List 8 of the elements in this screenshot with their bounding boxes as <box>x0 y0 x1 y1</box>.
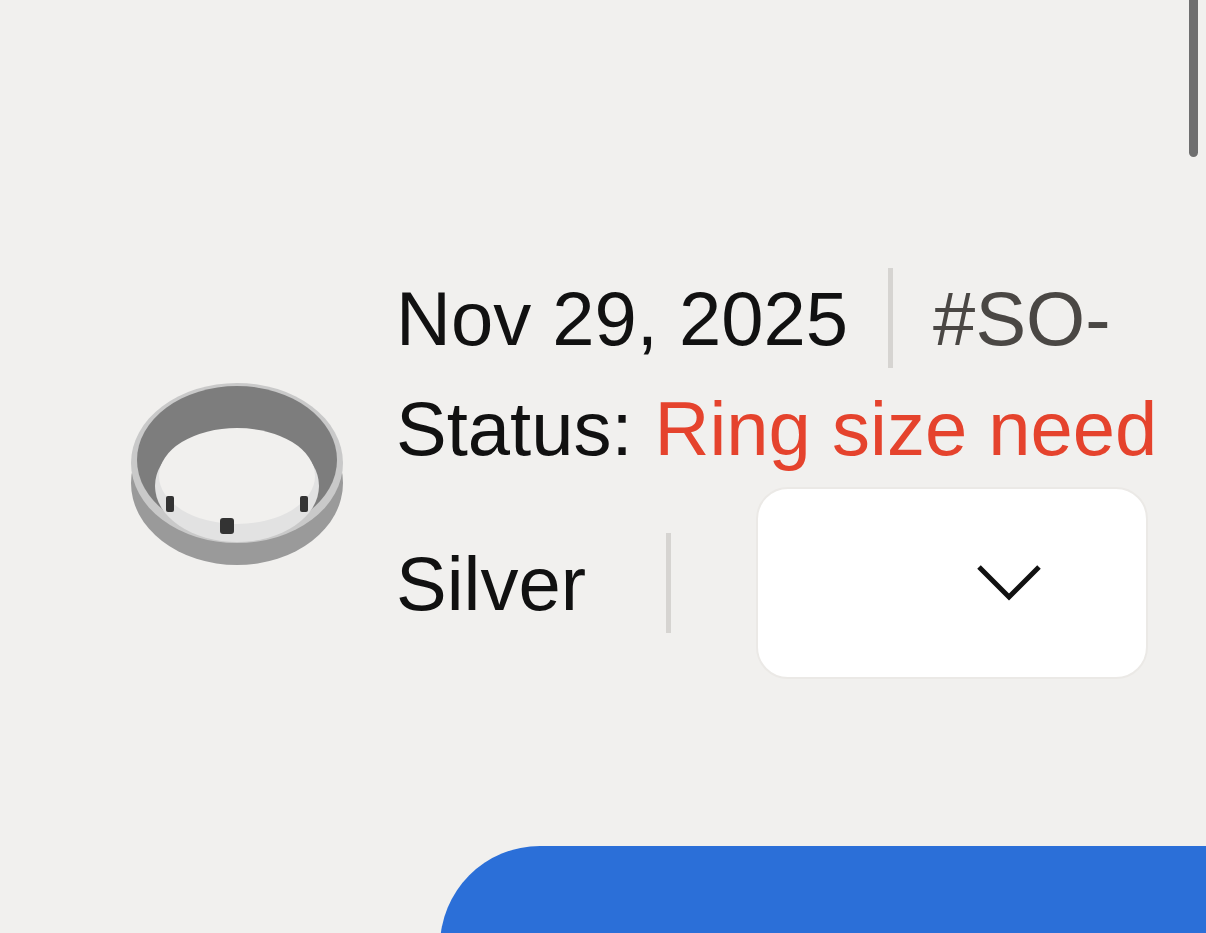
size-dropdown[interactable] <box>756 487 1149 679</box>
status-value: Ring size need <box>654 384 1158 472</box>
ring-finish: Silver <box>396 539 587 627</box>
order-date: Nov 29, 2025 <box>396 274 849 362</box>
chevron-down-icon <box>976 564 1043 602</box>
status-label: Status: <box>396 384 633 472</box>
scrollbar[interactable] <box>1189 0 1198 157</box>
order-number: #SO- <box>933 274 1111 362</box>
